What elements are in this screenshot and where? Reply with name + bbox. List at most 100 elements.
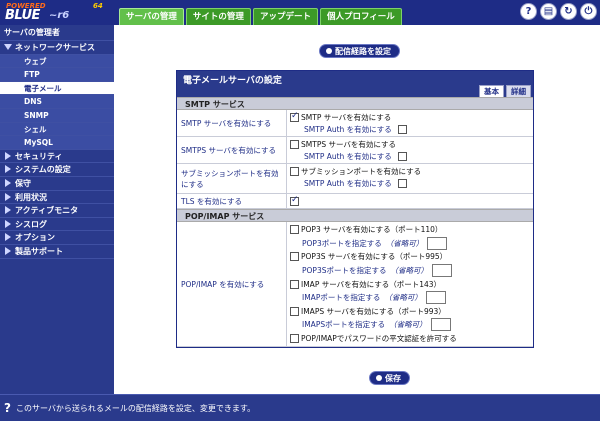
- sidebar-item-label: システムの設定: [15, 165, 71, 175]
- console-icon[interactable]: ▤: [540, 3, 557, 20]
- refresh-icon[interactable]: ↻: [560, 3, 577, 20]
- submission-enable-checkbox[interactable]: [290, 167, 299, 177]
- sidebar-item-ftp[interactable]: FTP: [0, 68, 114, 82]
- tab-update[interactable]: アップデート: [252, 8, 318, 25]
- imap-port-optional: （省略可）: [384, 293, 422, 303]
- sidebar-item-maintenance[interactable]: 保守: [0, 177, 114, 191]
- smtps-auth-text: SMTP Auth を有効にする: [304, 151, 392, 161]
- smtp-auth-line: SMTP Auth を有効にする: [290, 124, 530, 136]
- sidebar-item-mysql[interactable]: MySQL: [0, 136, 114, 150]
- tab-personal-profile[interactable]: 個人プロフィール: [319, 8, 402, 25]
- logo-blue: BLUE: [5, 8, 40, 23]
- tls-enable-checkbox[interactable]: [290, 195, 299, 207]
- submission-auth-checkbox[interactable]: [397, 178, 407, 188]
- sidebar-item-network-services[interactable]: ネットワークサービス: [0, 41, 114, 55]
- tab-detail[interactable]: 詳細: [506, 85, 531, 97]
- top-icons: ? ▤ ↻ ⏻: [517, 3, 597, 20]
- tab-server-management[interactable]: サーバの管理: [119, 8, 184, 25]
- imaps-checkbox[interactable]: [290, 306, 299, 316]
- collapsed-triangle-icon: [5, 206, 11, 215]
- submission-enable-text: サブミッションポートを有効にする: [301, 167, 422, 177]
- help-icon[interactable]: ?: [520, 3, 537, 20]
- tls-label: TLS を有効にする: [177, 194, 287, 208]
- collapsed-triangle-icon: [5, 246, 11, 255]
- smtps-values: SMTPS サーバを有効にする SMTP Auth を有効にする: [287, 137, 533, 163]
- sidebar-item-shell[interactable]: シェル: [0, 122, 114, 137]
- logout-icon[interactable]: ⏻: [580, 3, 597, 20]
- sidebar-item-syslog[interactable]: シスログ: [0, 218, 114, 232]
- set-route-button[interactable]: 配信経路を設定: [319, 44, 400, 58]
- sidebar-item-email[interactable]: 電子メール: [0, 81, 114, 96]
- pop3s-port-input[interactable]: [431, 264, 452, 278]
- sidebar: サーバの管理者 ネットワークサービス ウェブ FTP 電子メール DNS SNM…: [0, 25, 114, 394]
- sidebar-item-label: ネットワークサービス: [15, 43, 95, 52]
- imap-port-input[interactable]: [425, 291, 446, 305]
- tls-row: TLS を有効にする: [177, 194, 533, 209]
- smtps-row: SMTPS サーバを有効にする SMTPS サーバを有効にする SMTP Aut…: [177, 137, 533, 164]
- pop3s-checkbox[interactable]: [290, 252, 299, 262]
- tls-enable-line: [290, 195, 530, 208]
- smtp-auth-text: SMTP Auth を有効にする: [304, 124, 392, 134]
- sidebar-header[interactable]: サーバの管理者: [0, 25, 114, 41]
- imaps-port-optional: （省略可）: [389, 320, 427, 330]
- logo: POWERED BLUE ~r6 64: [3, 2, 115, 23]
- sidebar-item-active-monitor[interactable]: アクティブモニタ: [0, 204, 114, 218]
- imaps-port-input[interactable]: [430, 318, 451, 332]
- pop-imap-values: POP3 サーバを有効にする（ポート110） POP3ポートを指定する （省略可）…: [287, 222, 533, 346]
- pop3-port-text: POP3ポートを指定する: [302, 238, 382, 248]
- collapsed-triangle-icon: [5, 233, 11, 242]
- panel-title: 電子メールサーバの設定: [183, 76, 282, 86]
- sidebar-item-usage[interactable]: 利用状況: [0, 191, 114, 205]
- smtp-values: SMTP サーバを有効にする SMTP Auth を有効にする: [287, 110, 533, 136]
- sidebar-item-label: 製品サポート: [15, 246, 63, 256]
- pop-imap-section-header: POP/IMAP サービス: [177, 209, 533, 222]
- main-tabs: サーバの管理 サイトの管理 アップデート 個人プロフィール: [119, 8, 404, 25]
- collapsed-triangle-icon: [5, 151, 11, 160]
- save-button-label: 保存: [385, 374, 401, 383]
- save-button[interactable]: 保存: [369, 371, 410, 385]
- sidebar-item-label: シスログ: [15, 219, 47, 229]
- smtps-auth-checkbox[interactable]: [397, 151, 407, 161]
- sidebar-item-snmp[interactable]: SNMP: [0, 108, 114, 123]
- main-content: 配信経路を設定 電子メールサーバの設定 基本 詳細 SMTP サービス SMTP…: [114, 25, 600, 394]
- tab-basic[interactable]: 基本: [479, 85, 504, 97]
- pop3-checkbox[interactable]: [290, 225, 299, 235]
- sidebar-item-dns[interactable]: DNS: [0, 95, 114, 109]
- pop3s-port-optional: （省略可）: [390, 266, 428, 276]
- sidebar-item-system-settings[interactable]: システムの設定: [0, 163, 114, 177]
- collapsed-triangle-icon: [5, 219, 11, 228]
- imap-text: IMAP サーバを有効にする（ポート143）: [301, 279, 442, 289]
- imap-line: IMAP サーバを有効にする（ポート143）: [290, 277, 530, 291]
- imaps-line: IMAPS サーバを有効にする（ポート993）: [290, 305, 530, 319]
- submission-auth-line: SMTP Auth を有効にする: [290, 178, 530, 190]
- pop3-line: POP3 サーバを有効にする（ポート110）: [290, 223, 530, 237]
- smtp-auth-checkbox[interactable]: [397, 124, 407, 134]
- pop3s-text: POP3S サーバを有効にする（ポート995）: [301, 252, 448, 262]
- smtp-section-header: SMTP サービス: [177, 97, 533, 110]
- sidebar-item-options[interactable]: オプション: [0, 231, 114, 245]
- button-dot-icon: [326, 48, 332, 54]
- tab-site-management[interactable]: サイトの管理: [185, 8, 251, 25]
- plain-auth-checkbox[interactable]: [290, 334, 299, 344]
- smtps-auth-line: SMTP Auth を有効にする: [290, 151, 530, 163]
- imap-checkbox[interactable]: [290, 279, 299, 289]
- sidebar-item-web[interactable]: ウェブ: [0, 54, 114, 69]
- panel-tabs: 基本 詳細: [477, 85, 531, 97]
- smtps-enable-checkbox[interactable]: [290, 140, 299, 150]
- smtps-label: SMTPS サーバを有効にする: [177, 137, 287, 163]
- sidebar-item-security[interactable]: セキュリティ: [0, 150, 114, 164]
- smtps-enable-line: SMTPS サーバを有効にする: [290, 139, 530, 151]
- pop3-text: POP3 サーバを有効にする（ポート110）: [301, 225, 443, 235]
- sidebar-item-product-support[interactable]: 製品サポート: [0, 245, 114, 259]
- smtp-enable-line: SMTP サーバを有効にする: [290, 111, 530, 124]
- pop3-port-line: POP3ポートを指定する （省略可）: [290, 236, 530, 251]
- smtp-row: SMTP サーバを有効にする SMTP サーバを有効にする SMTP Auth …: [177, 110, 533, 137]
- smtp-enable-checkbox[interactable]: [290, 111, 299, 123]
- expanded-triangle-icon: [4, 44, 12, 50]
- sidebar-item-label: オプション: [15, 233, 55, 243]
- pop3-port-input[interactable]: [427, 236, 448, 250]
- button-dot-icon: [376, 375, 382, 381]
- submission-enable-line: サブミッションポートを有効にする: [290, 166, 530, 178]
- logo-64: 64: [93, 2, 103, 10]
- panel-header: 電子メールサーバの設定 基本 詳細: [177, 71, 533, 97]
